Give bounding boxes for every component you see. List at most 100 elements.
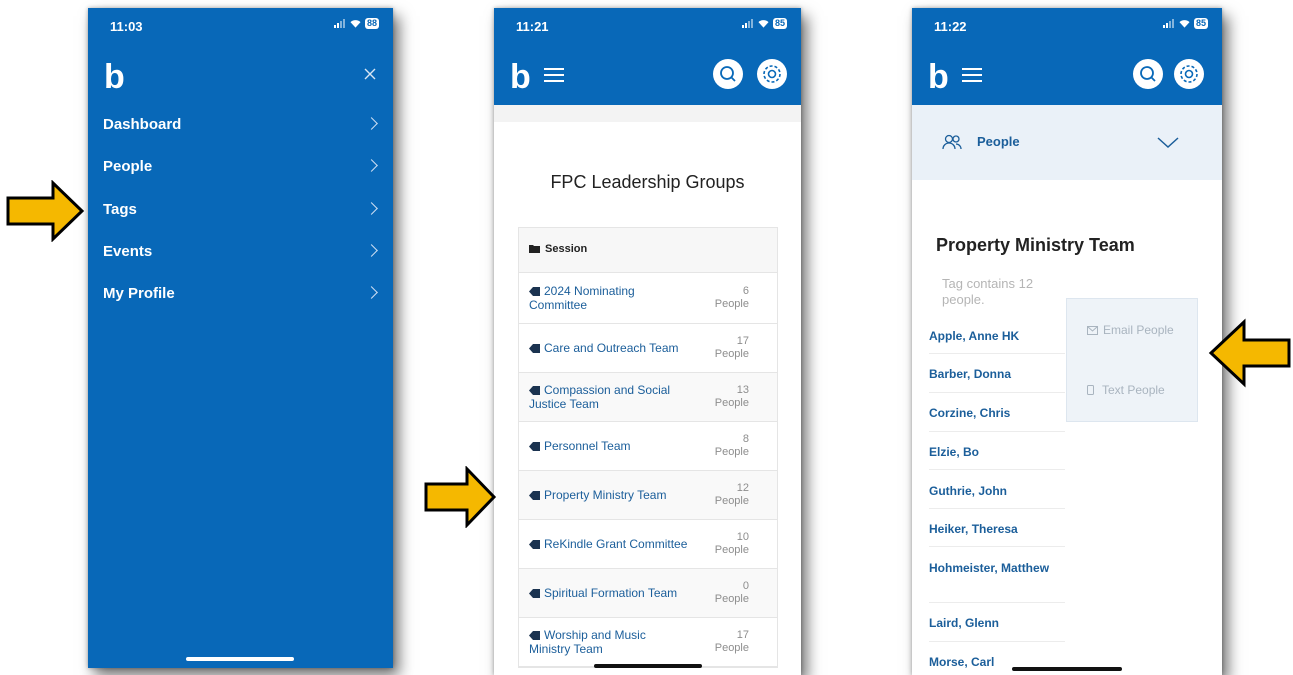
status-indicators: 85: [1162, 18, 1208, 29]
tag-count-unit: People: [714, 544, 749, 556]
tag-icon: [529, 589, 540, 598]
tag-count: 8 People: [715, 433, 749, 459]
header-spacer: [494, 105, 801, 122]
tag-name: Spiritual Formation Team: [529, 586, 689, 600]
tag-icon: [529, 344, 540, 353]
tag-count: 0 People: [715, 580, 749, 606]
section-label: People: [977, 134, 1020, 149]
menu-item-dashboard[interactable]: Dashboard: [103, 108, 378, 142]
tag-count-unit: People: [714, 642, 749, 654]
settings-button[interactable]: [757, 59, 787, 89]
tag-count-value: 8: [742, 433, 749, 445]
menu-item-my-profile[interactable]: My Profile: [103, 277, 378, 311]
gear-icon: [763, 65, 781, 83]
tag-count: 17 People: [715, 335, 749, 361]
home-indicator: [186, 657, 294, 661]
tag-count: 10 People: [715, 531, 749, 557]
person-link[interactable]: Heiker, Theresa: [929, 522, 1065, 537]
menu-item-people[interactable]: People: [103, 150, 378, 184]
tags-screen: 11:21 85 b FPC Leadership Groups Session…: [494, 8, 801, 675]
tag-icon: [529, 540, 540, 549]
hamburger-menu-icon[interactable]: [544, 68, 564, 82]
tag-icon: [529, 442, 540, 451]
tag-count-unit: People: [714, 397, 749, 409]
settings-button[interactable]: [1174, 59, 1204, 89]
folder-header[interactable]: Session: [519, 228, 777, 273]
divider: [929, 508, 1065, 509]
status-indicators: 88: [333, 18, 379, 29]
folder-icon: [529, 245, 540, 253]
app-logo[interactable]: b: [104, 60, 125, 94]
app-logo[interactable]: b: [510, 60, 531, 94]
tag-label: ReKindle Grant Committee: [544, 537, 688, 551]
divider: [929, 431, 1065, 432]
tag-row-spiritual-formation[interactable]: Spiritual Formation Team 0 People: [519, 569, 777, 618]
menu-item-tags[interactable]: Tags: [103, 193, 378, 227]
tag-label: Personnel Team: [544, 439, 631, 453]
section-dropdown[interactable]: People: [912, 105, 1222, 180]
person-link[interactable]: Barber, Donna: [929, 367, 1065, 382]
home-indicator: [1012, 667, 1122, 671]
close-icon[interactable]: [364, 68, 376, 80]
status-time: 11:21: [516, 19, 549, 34]
tag-count-unit: People: [714, 446, 749, 458]
person-link[interactable]: Apple, Anne HK: [929, 329, 1065, 344]
tag-count-unit: People: [714, 348, 749, 360]
tag-row-property-ministry[interactable]: Property Ministry Team 12 People: [519, 471, 777, 520]
app-header: 11:21 85 b: [494, 8, 801, 113]
battery-icon: 88: [364, 18, 379, 29]
search-button[interactable]: [713, 59, 743, 89]
tag-detail-screen: 11:22 85 b People Property Ministry Team…: [912, 8, 1222, 675]
search-icon: [1140, 66, 1156, 82]
chevron-right-icon: [365, 117, 378, 130]
pointer-arrow-left-icon: [1208, 318, 1291, 388]
search-icon: [720, 66, 736, 82]
tag-subtitle: Tag contains 12 people.: [942, 276, 1034, 307]
tag-count-unit: People: [714, 298, 749, 310]
pointer-arrow-right-icon: [6, 180, 85, 242]
tag-name: Worship and Music Ministry Team: [529, 628, 689, 656]
tag-count-unit: People: [714, 593, 749, 605]
text-people-label: Text People: [1102, 383, 1165, 397]
email-people-button[interactable]: Email People: [1087, 323, 1174, 337]
tag-row-personnel[interactable]: Personnel Team 8 People: [519, 422, 777, 471]
person-link[interactable]: Laird, Glenn: [929, 616, 1065, 631]
chevron-right-icon: [365, 244, 378, 257]
person-link[interactable]: Hohmeister, Matthew: [929, 561, 1065, 576]
chevron-down-icon: [1157, 137, 1179, 149]
hamburger-menu-icon[interactable]: [962, 68, 982, 82]
tag-row-compassion[interactable]: Compassion and Social Justice Team 13 Peop…: [519, 373, 777, 422]
tag-name: Care and Outreach Team: [529, 341, 689, 355]
tag-count: 13 People: [715, 384, 749, 410]
menu-label: Events: [103, 243, 153, 260]
tag-name: Property Ministry Team: [529, 488, 689, 502]
tag-row-rekindle[interactable]: ReKindle Grant Committee 10 People: [519, 520, 777, 569]
tag-icon: [529, 386, 540, 395]
app-logo[interactable]: b: [928, 60, 949, 94]
tag-name: ReKindle Grant Committee: [529, 537, 689, 551]
tag-label: Property Ministry Team: [544, 488, 667, 502]
status-bar: 11:21 85: [494, 8, 801, 44]
app-header: 11:22 85 b: [912, 8, 1222, 113]
divider: [929, 392, 1065, 393]
tag-label: Spiritual Formation Team: [544, 586, 678, 600]
tag-label: Compassion and Social Justice Team: [529, 383, 671, 411]
tag-count-value: 6: [742, 285, 749, 297]
search-button[interactable]: [1133, 59, 1163, 89]
person-link[interactable]: Elzie, Bo: [929, 445, 1065, 460]
divider: [929, 602, 1065, 603]
status-time: 11:22: [934, 19, 967, 34]
tag-row-2024-nominating[interactable]: 2024 Nominating Committee 6 People: [519, 273, 777, 324]
tag-icon: [529, 491, 540, 500]
tag-row-care-outreach[interactable]: Care and Outreach Team 17 People: [519, 324, 777, 373]
person-link[interactable]: Guthrie, John: [929, 484, 1065, 499]
status-bar: 11:03 88: [88, 8, 393, 44]
menu-label: Tags: [103, 201, 137, 218]
tag-row-worship-music[interactable]: Worship and Music Ministry Team 17 People: [519, 618, 777, 667]
menu-item-events[interactable]: Events: [103, 235, 378, 269]
action-panel: Email People Text People: [1066, 298, 1198, 422]
tag-count-value: 17: [736, 629, 749, 641]
text-people-button[interactable]: Text People: [1087, 383, 1165, 397]
tag-count-unit: People: [714, 495, 749, 507]
person-link[interactable]: Corzine, Chris: [929, 406, 1065, 421]
